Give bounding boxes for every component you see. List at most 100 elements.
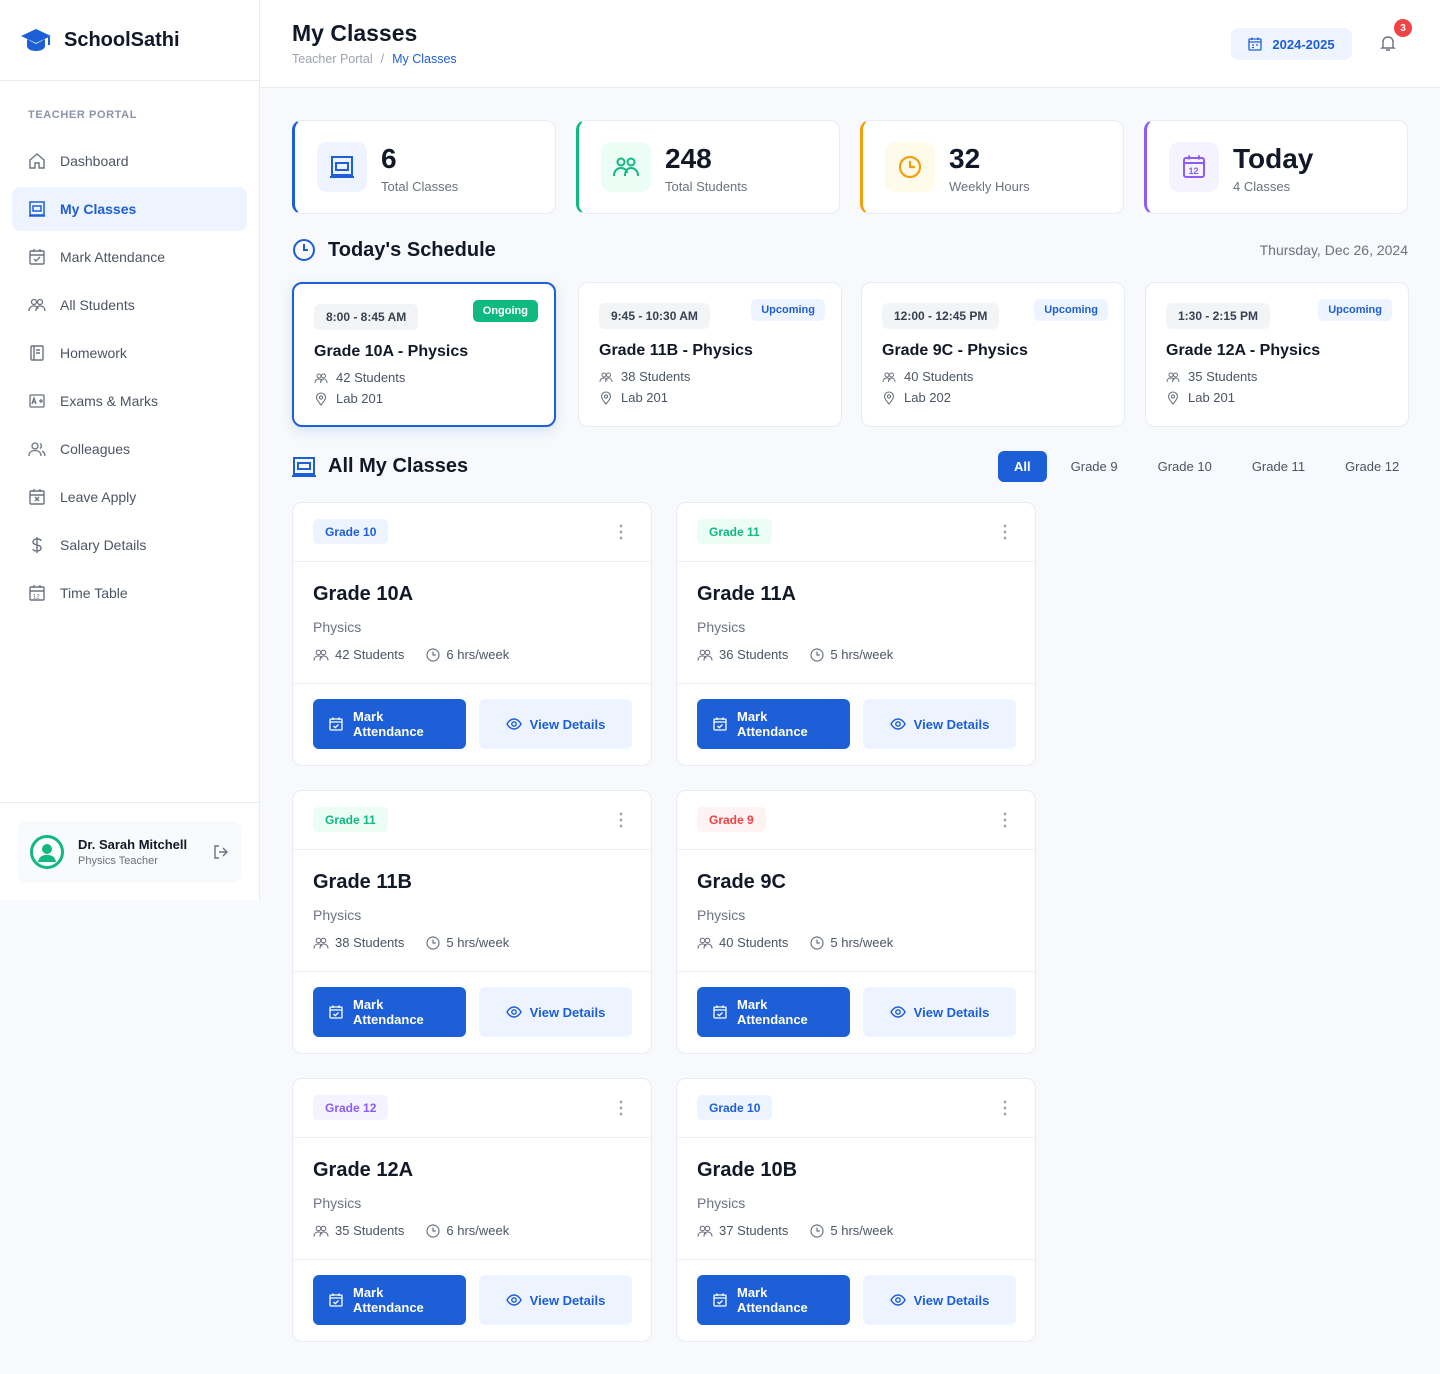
users-icon — [882, 370, 896, 384]
clock-icon — [810, 647, 824, 662]
sidebar-item-exams-marks[interactable]: Exams & Marks — [12, 379, 247, 423]
profile-name: Dr. Sarah Mitchell — [78, 837, 188, 852]
brand[interactable]: SchoolSathi — [0, 0, 259, 81]
card-header: Grade 11 — [677, 503, 1035, 562]
filter-tab-grade-12[interactable]: Grade 12 — [1329, 451, 1415, 482]
schedule-card[interactable]: 1:30 - 2:15 PM Upcoming Grade 12A - Phys… — [1145, 282, 1409, 427]
location-pin-icon — [1166, 390, 1180, 405]
mark-attendance-button[interactable]: Mark Attendance — [697, 987, 850, 1037]
room-label: Lab 201 — [336, 391, 383, 406]
more-options-icon[interactable] — [613, 523, 629, 541]
view-details-button[interactable]: View Details — [863, 1275, 1016, 1325]
schedule-students: 38 Students — [599, 369, 690, 384]
schedule-card[interactable]: 8:00 - 8:45 AM Ongoing Grade 10A - Physi… — [292, 282, 556, 427]
user-profile[interactable]: Dr. Sarah Mitchell Physics Teacher — [18, 821, 241, 883]
sidebar-item-label: All Students — [60, 297, 135, 313]
mark-attendance-button[interactable]: Mark Attendance — [313, 987, 466, 1037]
mark-attendance-button[interactable]: Mark Attendance — [697, 1275, 850, 1325]
stat-card-weekly-hours: 32 Weekly Hours — [860, 120, 1124, 214]
grade-badge: Grade 11 — [697, 519, 772, 544]
class-card: Grade 11 Grade 11B Physics 38 Students 5… — [292, 790, 652, 1054]
class-subject: Physics — [697, 1195, 746, 1211]
schedule-title: Grade 11B - Physics — [599, 342, 753, 359]
class-title: Grade 11A — [697, 583, 796, 605]
stat-card-today: 12 Today 4 Classes — [1144, 120, 1408, 214]
mark-attendance-button[interactable]: Mark Attendance — [313, 699, 466, 749]
filter-tab-grade-9[interactable]: Grade 9 — [1055, 451, 1134, 482]
breadcrumb-item[interactable]: Teacher Portal — [292, 52, 373, 66]
more-options-icon[interactable] — [613, 1099, 629, 1117]
filter-tab-grade-11[interactable]: Grade 11 — [1236, 451, 1321, 482]
class-meta: 42 Students 6 hrs/week — [313, 647, 509, 662]
view-details-button[interactable]: View Details — [863, 987, 1016, 1037]
sidebar-item-label: My Classes — [60, 201, 137, 217]
sidebar-item-salary-details[interactable]: Salary Details — [12, 523, 247, 567]
class-title: Grade 12A — [313, 1159, 414, 1181]
users-icon — [697, 648, 713, 662]
class-meta: 36 Students 5 hrs/week — [697, 647, 893, 662]
weekly-hours: 5 hrs/week — [830, 647, 894, 662]
academic-year-button[interactable]: 2024-2025 — [1231, 28, 1352, 60]
classroom-icon — [317, 142, 367, 192]
card-header: Grade 11 — [293, 791, 651, 850]
eye-icon — [889, 1294, 906, 1306]
calendar-check-icon — [713, 717, 727, 731]
stat-value: 32 — [949, 143, 981, 174]
users-icon — [313, 648, 329, 662]
schedule-card[interactable]: 9:45 - 10:30 AM Upcoming Grade 11B - Phy… — [578, 282, 842, 427]
sidebar-item-my-classes[interactable]: My Classes — [12, 187, 247, 231]
stat-label: Weekly Hours — [949, 179, 1030, 194]
view-details-button[interactable]: View Details — [479, 699, 632, 749]
class-title: Grade 11B — [313, 871, 412, 893]
users-icon — [601, 142, 651, 192]
more-options-icon[interactable] — [997, 523, 1013, 541]
schedule-title: Grade 9C - Physics — [882, 342, 1028, 359]
more-options-icon[interactable] — [613, 811, 629, 829]
top-header: My Classes Teacher Portal / My Classes 2… — [260, 0, 1440, 88]
class-subject: Physics — [313, 1195, 362, 1211]
section-title: Today's Schedule — [328, 238, 496, 261]
sidebar-item-homework[interactable]: Homework — [12, 331, 247, 375]
calendar-icon: 12 — [1169, 142, 1219, 192]
brand-name: SchoolSathi — [64, 28, 180, 51]
view-details-button[interactable]: View Details — [479, 987, 632, 1037]
view-details-button[interactable]: View Details — [863, 699, 1016, 749]
sidebar-item-mark-attendance[interactable]: Mark Attendance — [12, 235, 247, 279]
room-label: Lab 201 — [621, 390, 668, 405]
logout-icon[interactable] — [213, 844, 229, 860]
class-meta: 35 Students 6 hrs/week — [313, 1223, 509, 1238]
schedule-card[interactable]: 12:00 - 12:45 PM Upcoming Grade 9C - Phy… — [861, 282, 1125, 427]
clock-icon — [426, 647, 440, 662]
students-count: 42 Students — [335, 647, 405, 662]
sidebar-item-dashboard[interactable]: Dashboard — [12, 139, 247, 183]
card-footer-divider — [677, 683, 1035, 684]
card-header: Grade 10 — [293, 503, 651, 562]
mark-label: Mark — [353, 1285, 384, 1300]
more-options-icon[interactable] — [997, 811, 1013, 829]
sidebar-item-leave-apply[interactable]: Leave Apply — [12, 475, 247, 519]
mark-attendance-button[interactable]: Mark Attendance — [697, 699, 850, 749]
location-pin-icon — [882, 390, 896, 405]
filter-tab-grade-10[interactable]: Grade 10 — [1142, 451, 1228, 482]
filter-tab-all[interactable]: All — [998, 451, 1047, 482]
dollar-icon — [28, 536, 46, 554]
mark-attendance-button[interactable]: Mark Attendance — [313, 1275, 466, 1325]
class-title: Grade 9C — [697, 871, 786, 893]
grade-badge: Grade 12 — [313, 1095, 389, 1120]
stat-label: Total Classes — [381, 179, 459, 194]
view-details-button[interactable]: View Details — [479, 1275, 632, 1325]
stat-label: 4 Classes — [1233, 179, 1291, 194]
class-card: Grade 12 Grade 12A Physics 35 Students 6… — [292, 1078, 652, 1342]
more-options-icon[interactable] — [997, 1099, 1013, 1117]
sidebar-item-time-table[interactable]: 12 Time Table — [12, 571, 247, 615]
classroom-icon — [28, 200, 46, 218]
sidebar-nav: Dashboard My Classes Mark Attendance All… — [0, 139, 259, 615]
sidebar-item-all-students[interactable]: All Students — [12, 283, 247, 327]
grade-badge: Grade 11 — [313, 807, 388, 832]
clock-icon — [292, 238, 316, 262]
sidebar: SchoolSathi TEACHER PORTAL Dashboard My … — [0, 0, 260, 900]
sidebar-item-colleagues[interactable]: Colleagues — [12, 427, 247, 471]
home-icon — [28, 152, 46, 170]
section-title: All My Classes — [328, 455, 469, 477]
schedule-time: 8:00 - 8:45 AM — [314, 304, 419, 330]
